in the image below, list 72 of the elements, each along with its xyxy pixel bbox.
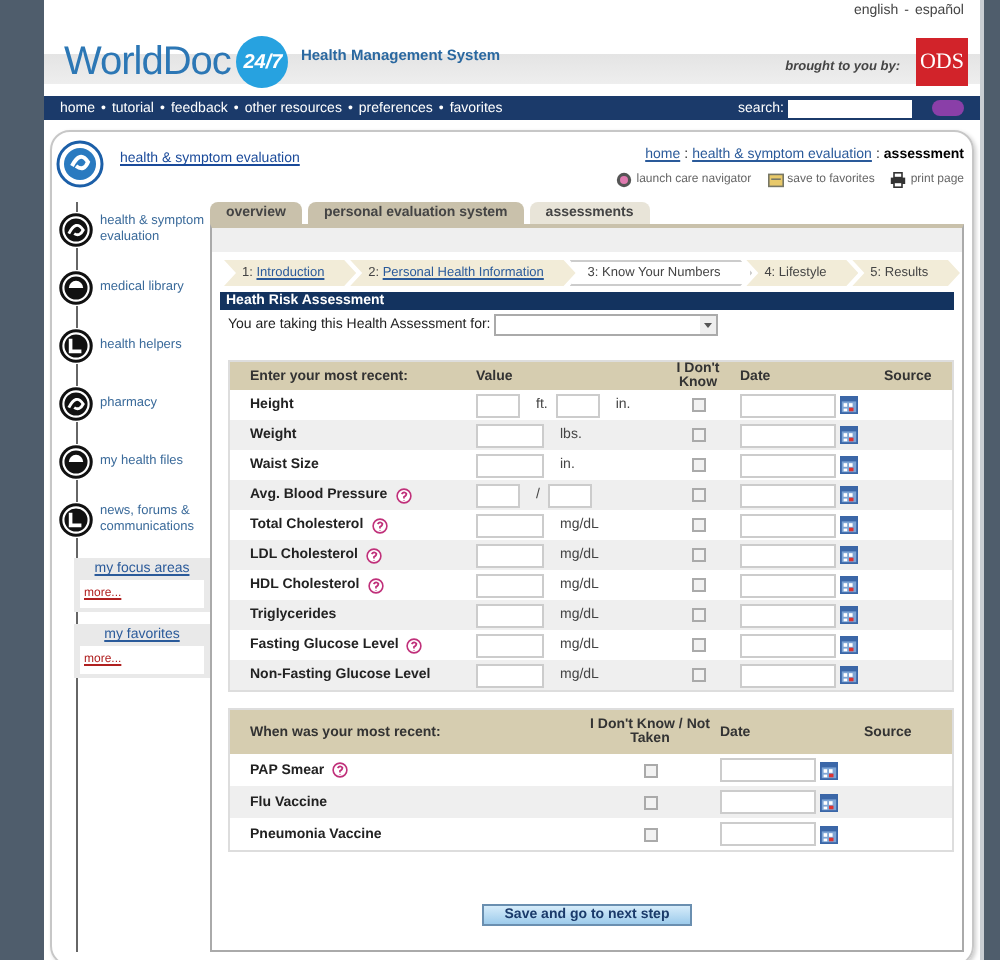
checkbox[interactable] [691,608,705,622]
emblem-icon[interactable] [58,385,94,421]
date-field[interactable] [740,603,836,627]
date-field[interactable] [740,423,836,447]
go-button[interactable] [932,100,964,116]
value-field[interactable] [476,453,544,477]
date-field[interactable] [740,543,836,567]
date-field[interactable] [740,573,836,597]
help-icon[interactable] [367,577,384,593]
printer-icon[interactable] [890,172,907,188]
folder-icon[interactable] [767,172,784,188]
checkbox[interactable] [643,763,657,777]
checkbox[interactable] [691,578,705,592]
checkbox[interactable] [643,795,657,809]
calendar-icon[interactable] [840,516,858,534]
calendar-icon[interactable] [820,761,838,779]
emblem-icon[interactable] [58,327,94,363]
value-field[interactable] [476,393,520,417]
help-icon[interactable] [365,547,382,563]
value-field[interactable] [476,663,544,687]
emblem-icon[interactable] [58,501,94,537]
help-icon[interactable] [395,487,412,503]
checkbox[interactable] [643,827,657,841]
calendar-icon[interactable] [840,636,858,654]
calendar-icon[interactable] [840,396,858,414]
value-field[interactable] [547,483,592,507]
value-field[interactable] [476,423,544,447]
date-field[interactable] [740,393,836,417]
checkbox[interactable] [691,638,705,652]
emblem-icon[interactable] [58,443,94,479]
logo-badge: 24/7 [236,36,289,88]
date-field[interactable] [740,453,836,477]
date-field[interactable] [740,663,836,687]
calendar-icon[interactable] [840,546,858,564]
calendar-icon[interactable] [840,666,858,684]
checkbox[interactable] [691,488,705,502]
emblem-icon[interactable] [58,211,94,247]
search-field[interactable] [788,99,912,117]
date-field[interactable] [720,822,816,846]
value-field[interactable] [476,513,544,537]
calendar-icon[interactable] [820,825,838,843]
value-field[interactable] [476,633,544,657]
calendar-icon[interactable] [840,426,858,444]
emblem-icon[interactable] [58,269,94,305]
value-field[interactable] [555,393,600,417]
value-field[interactable] [476,573,544,597]
date-field[interactable] [740,513,836,537]
checkbox[interactable] [691,548,705,562]
checkbox[interactable] [691,458,705,472]
calendar-icon[interactable] [840,606,858,624]
help-icon[interactable] [406,637,423,653]
help-icon[interactable] [332,762,349,778]
checkbox[interactable] [691,518,705,532]
checkbox[interactable] [691,428,705,442]
date-field[interactable] [720,758,816,782]
globe-icon[interactable] [616,172,633,188]
calendar-icon[interactable] [840,456,858,474]
value-field[interactable] [476,603,544,627]
calendar-icon[interactable] [840,576,858,594]
value-field[interactable] [476,543,544,567]
date-field[interactable] [720,790,816,814]
spiral-icon [56,140,104,188]
value-field[interactable] [476,483,520,507]
help-icon[interactable] [371,517,388,533]
date-field[interactable] [740,633,836,657]
calendar-icon[interactable] [820,793,838,811]
checkbox[interactable] [691,398,705,412]
date-field[interactable] [740,483,836,507]
calendar-icon[interactable] [840,486,858,504]
checkbox[interactable] [691,668,705,682]
sponsor-logo: ODS [916,38,968,86]
logo-text: WorldDoc [64,39,231,85]
